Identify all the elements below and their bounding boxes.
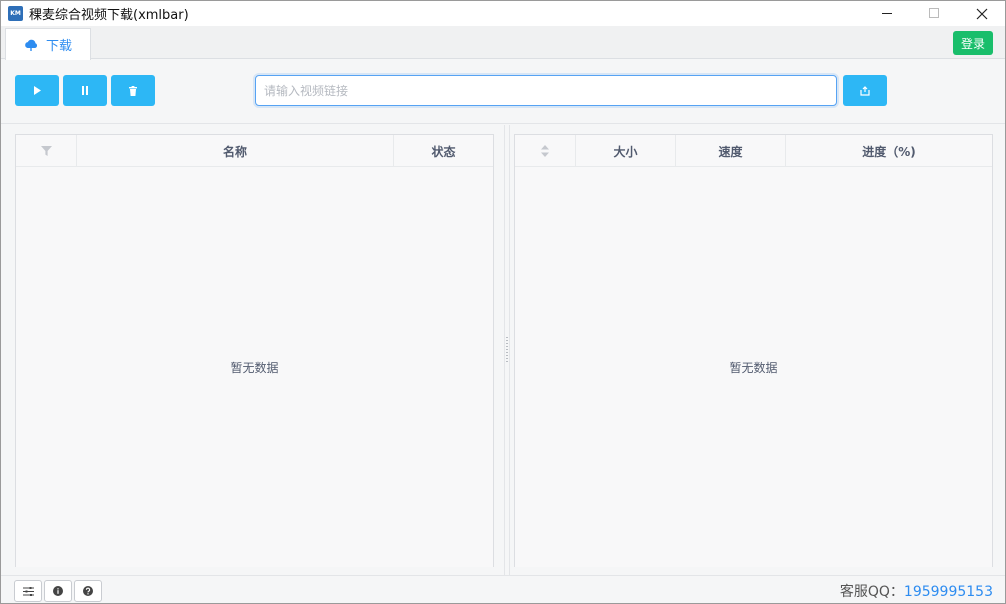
status-bar: 客服QQ：1959995153 [1,575,1005,603]
minimize-button[interactable] [864,1,911,26]
about-button[interactable] [44,580,72,602]
sort-icon [541,145,549,157]
qq-number[interactable]: 1959995153 [904,584,993,600]
window-controls [864,1,1005,26]
settings-icon [22,586,34,596]
start-button[interactable] [15,75,59,106]
tab-label: 下载 [45,39,72,54]
toolbar [1,60,1005,124]
info-icon [53,586,63,596]
pause-icon [82,86,88,95]
title-bar: KM 稞麦综合视频下载(xmlbar) [1,1,1005,26]
export-icon [860,85,870,96]
app-window: KM 稞麦综合视频下载(xmlbar) 下载 登录 请输入视频链接 名称 状态 … [0,0,1006,604]
download-list-table: 名称 状态 暂无数据 [15,134,494,567]
panel-splitter[interactable] [504,125,510,575]
empty-state: 暂无数据 [515,167,992,567]
play-icon [34,86,41,95]
table-header: 大小 速度 进度（%) [515,135,992,167]
maximize-button[interactable] [911,1,958,26]
tab-download[interactable]: 下载 [5,28,91,60]
close-button[interactable] [958,1,1005,26]
column-speed: 速度 [676,135,786,167]
qq-label: 客服QQ： [839,584,904,600]
settings-button[interactable] [14,580,42,602]
filter-icon [40,146,52,156]
pause-button[interactable] [63,75,107,106]
column-name: 名称 [77,135,394,167]
trash-icon [129,85,137,96]
app-logo-icon: KM [8,6,23,21]
close-icon [976,8,987,19]
cloud-icon [25,39,38,51]
empty-state: 暂无数据 [16,167,493,567]
table-header: 名称 状态 [16,135,493,167]
maximize-icon [929,8,939,18]
minimize-icon [882,13,892,14]
delete-button[interactable] [111,75,155,106]
tab-strip: 下载 登录 [1,26,1005,60]
filter-column-header[interactable] [16,135,77,167]
help-button[interactable] [74,580,102,602]
video-url-input[interactable] [255,75,837,106]
column-size: 大小 [576,135,676,167]
splitter-grip [506,337,508,363]
column-progress: 进度（%) [862,144,916,159]
column-status: 状态 [431,144,456,159]
help-icon [83,586,93,596]
window-title: 稞麦综合视频下载(xmlbar) [29,8,189,23]
submit-url-button[interactable] [843,75,887,106]
customer-service-qq: 客服QQ：1959995153 [840,581,993,601]
login-button[interactable]: 登录 [953,31,993,55]
sort-column-header[interactable] [515,135,576,167]
download-progress-table: 大小 速度 进度（%) 暂无数据 [514,134,993,567]
